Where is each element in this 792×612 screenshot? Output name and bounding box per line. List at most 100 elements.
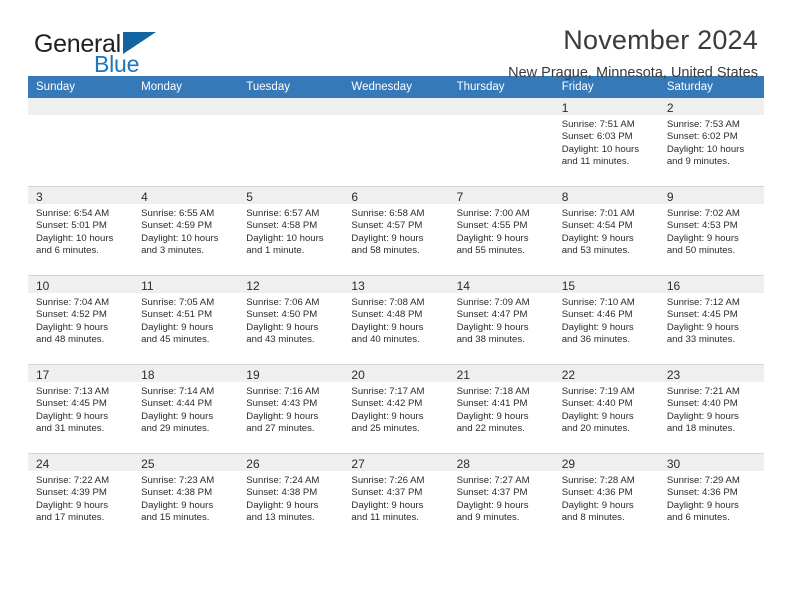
daylight-text-line1: Daylight: 9 hours [561,410,634,422]
daylight-text-line1: Daylight: 9 hours [141,410,214,422]
calendar-day-cell[interactable]: 4 Sunrise: 6:55 AM Sunset: 4:59 PM Dayli… [133,186,239,276]
day-number: 22 [561,368,576,382]
calendar-day-cell[interactable]: 5 Sunrise: 6:57 AM Sunset: 4:58 PM Dayli… [238,186,344,276]
calendar-day-cell[interactable]: 10 Sunrise: 7:04 AM Sunset: 4:52 PM Dayl… [28,275,134,365]
day-number: 5 [246,190,253,204]
calendar-day-cell[interactable]: 21 Sunrise: 7:18 AM Sunset: 4:41 PM Dayl… [448,364,554,454]
daylight-text-line2: and 9 minutes. [456,512,520,524]
sunset-text: Sunset: 6:03 PM [561,131,633,143]
daylight-text-line1: Daylight: 9 hours [36,410,108,422]
sunrise-text: Sunrise: 7:10 AM [561,297,635,308]
daylight-text-line1: Daylight: 9 hours [666,232,739,244]
calendar-table: Sunday Monday Tuesday Wednesday Thursday… [28,76,764,542]
calendar-body: 1 Sunrise: 7:51 AM Sunset: 6:03 PM Dayli… [28,98,764,542]
calendar-day-cell[interactable] [343,98,449,187]
calendar-day-cell[interactable]: 28 Sunrise: 7:27 AM Sunset: 4:37 PM Dayl… [448,453,554,542]
daylight-text-line1: Daylight: 10 hours [246,232,324,244]
day-number-strip: 4 [133,187,239,204]
sunrise-text: Sunrise: 7:29 AM [666,475,740,486]
day-number-strip: 9 [658,187,764,204]
calendar-day-cell[interactable]: 3 Sunrise: 6:54 AM Sunset: 5:01 PM Dayli… [28,186,134,276]
calendar-day-cell[interactable]: 25 Sunrise: 7:23 AM Sunset: 4:38 PM Dayl… [133,453,239,542]
calendar-day-cell[interactable]: 20 Sunrise: 7:17 AM Sunset: 4:42 PM Dayl… [343,364,449,454]
calendar-day-cell[interactable] [28,98,134,187]
calendar-day-cell[interactable]: 15 Sunrise: 7:10 AM Sunset: 4:46 PM Dayl… [553,275,659,365]
day-cell-inner: 23 Sunrise: 7:21 AM Sunset: 4:40 PM Dayl… [658,365,764,453]
page-header: General Blue November 2024 New Prague, M… [28,0,764,81]
day-number-strip: 3 [28,187,134,204]
sunset-text: Sunset: 4:58 PM [246,220,318,232]
day-number: 19 [246,368,260,382]
calendar-day-cell[interactable]: 14 Sunrise: 7:09 AM Sunset: 4:47 PM Dayl… [448,275,554,365]
calendar-day-cell[interactable] [238,98,344,187]
daylight-text-line1: Daylight: 10 hours [36,232,114,244]
calendar-day-cell[interactable]: 12 Sunrise: 7:06 AM Sunset: 4:50 PM Dayl… [238,275,344,365]
sunrise-text: Sunrise: 7:05 AM [141,297,215,308]
calendar-day-cell[interactable] [448,98,554,187]
daylight-text-line2: and 3 minutes. [141,245,205,257]
calendar-day-cell[interactable] [133,98,239,187]
calendar-day-cell[interactable]: 13 Sunrise: 7:08 AM Sunset: 4:48 PM Dayl… [343,275,449,365]
logo-general-blue[interactable]: General Blue [34,30,274,78]
daylight-text-line1: Daylight: 9 hours [246,410,319,422]
day-number-strip: 27 [343,454,449,471]
sunset-text: Sunset: 4:41 PM [456,398,528,410]
daylight-text-line1: Daylight: 10 hours [561,143,640,155]
daylight-text-line1: Daylight: 9 hours [666,410,739,422]
sunset-text: Sunset: 4:45 PM [36,398,107,410]
sunset-text: Sunset: 4:38 PM [246,487,318,499]
daylight-text-line1: Daylight: 9 hours [246,499,319,511]
day-number-strip: 22 [553,365,659,382]
calendar-day-cell[interactable]: 30 Sunrise: 7:29 AM Sunset: 4:36 PM Dayl… [658,453,764,542]
calendar-day-cell[interactable]: 27 Sunrise: 7:26 AM Sunset: 4:37 PM Dayl… [343,453,449,542]
daylight-text-line1: Daylight: 9 hours [456,499,529,511]
daylight-text-line1: Daylight: 9 hours [36,499,108,511]
day-number-strip: 30 [658,454,764,471]
day-info: Sunrise: 7:10 AM Sunset: 4:46 PM Dayligh… [554,293,659,347]
daylight-text-line1: Daylight: 9 hours [456,321,529,333]
sunset-text: Sunset: 4:37 PM [456,487,528,499]
calendar-day-cell[interactable]: 2 Sunrise: 7:53 AM Sunset: 6:02 PM Dayli… [658,98,764,187]
calendar-day-cell[interactable]: 1 Sunrise: 7:51 AM Sunset: 6:03 PM Dayli… [553,98,659,187]
calendar-day-cell[interactable]: 16 Sunrise: 7:12 AM Sunset: 4:45 PM Dayl… [658,275,764,365]
day-cell-inner [28,98,134,186]
sunrise-text: Sunrise: 7:02 AM [666,208,740,219]
calendar-day-cell[interactable]: 18 Sunrise: 7:14 AM Sunset: 4:44 PM Dayl… [133,364,239,454]
daylight-text-line2: and 27 minutes. [246,423,315,435]
calendar-day-cell[interactable]: 17 Sunrise: 7:13 AM Sunset: 4:45 PM Dayl… [28,364,134,454]
sunset-text: Sunset: 4:37 PM [351,487,423,499]
daylight-text-line1: Daylight: 9 hours [561,499,634,511]
daylight-text-line1: Daylight: 9 hours [351,499,424,511]
calendar-day-cell[interactable]: 22 Sunrise: 7:19 AM Sunset: 4:40 PM Dayl… [553,364,659,454]
day-number: 4 [141,190,148,204]
sunrise-text: Sunrise: 7:22 AM [36,475,110,486]
daylight-text-line1: Daylight: 9 hours [351,410,424,422]
day-info: Sunrise: 6:55 AM Sunset: 4:59 PM Dayligh… [133,204,238,258]
calendar-day-cell[interactable]: 26 Sunrise: 7:24 AM Sunset: 4:38 PM Dayl… [238,453,344,542]
calendar-day-cell[interactable]: 7 Sunrise: 7:00 AM Sunset: 4:55 PM Dayli… [448,186,554,276]
title-block: November 2024 New Prague, Minnesota, Uni… [508,24,758,82]
day-cell-inner: 24 Sunrise: 7:22 AM Sunset: 4:39 PM Dayl… [28,454,134,542]
calendar-day-cell[interactable]: 29 Sunrise: 7:28 AM Sunset: 4:36 PM Dayl… [553,453,659,542]
daylight-text-line2: and 13 minutes. [246,512,315,524]
day-number: 23 [666,368,681,382]
sunrise-text: Sunrise: 7:14 AM [141,386,215,397]
day-number: 15 [561,279,576,293]
day-cell-inner: 1 Sunrise: 7:51 AM Sunset: 6:03 PM Dayli… [553,98,659,186]
calendar-day-cell[interactable]: 23 Sunrise: 7:21 AM Sunset: 4:40 PM Dayl… [658,364,764,454]
daylight-text-line1: Daylight: 9 hours [351,232,424,244]
calendar-week-row: 24 Sunrise: 7:22 AM Sunset: 4:39 PM Dayl… [28,453,764,542]
sunrise-text: Sunrise: 7:12 AM [666,297,740,308]
calendar-day-cell[interactable]: 8 Sunrise: 7:01 AM Sunset: 4:54 PM Dayli… [553,186,659,276]
calendar-day-cell[interactable]: 9 Sunrise: 7:02 AM Sunset: 4:53 PM Dayli… [658,186,764,276]
calendar-day-cell[interactable]: 11 Sunrise: 7:05 AM Sunset: 4:51 PM Dayl… [133,275,239,365]
calendar-day-cell[interactable]: 24 Sunrise: 7:22 AM Sunset: 4:39 PM Dayl… [28,453,134,542]
day-info: Sunrise: 7:28 AM Sunset: 4:36 PM Dayligh… [554,471,659,525]
day-info: Sunrise: 7:26 AM Sunset: 4:37 PM Dayligh… [343,471,448,525]
day-number: 2 [666,101,674,115]
calendar-day-cell[interactable]: 19 Sunrise: 7:16 AM Sunset: 4:43 PM Dayl… [238,364,344,454]
page-subtitle: New Prague, Minnesota, United States [508,65,758,81]
calendar-day-cell[interactable]: 6 Sunrise: 6:58 AM Sunset: 4:57 PM Dayli… [343,186,449,276]
day-info [28,115,133,119]
day-cell-inner [448,98,554,186]
